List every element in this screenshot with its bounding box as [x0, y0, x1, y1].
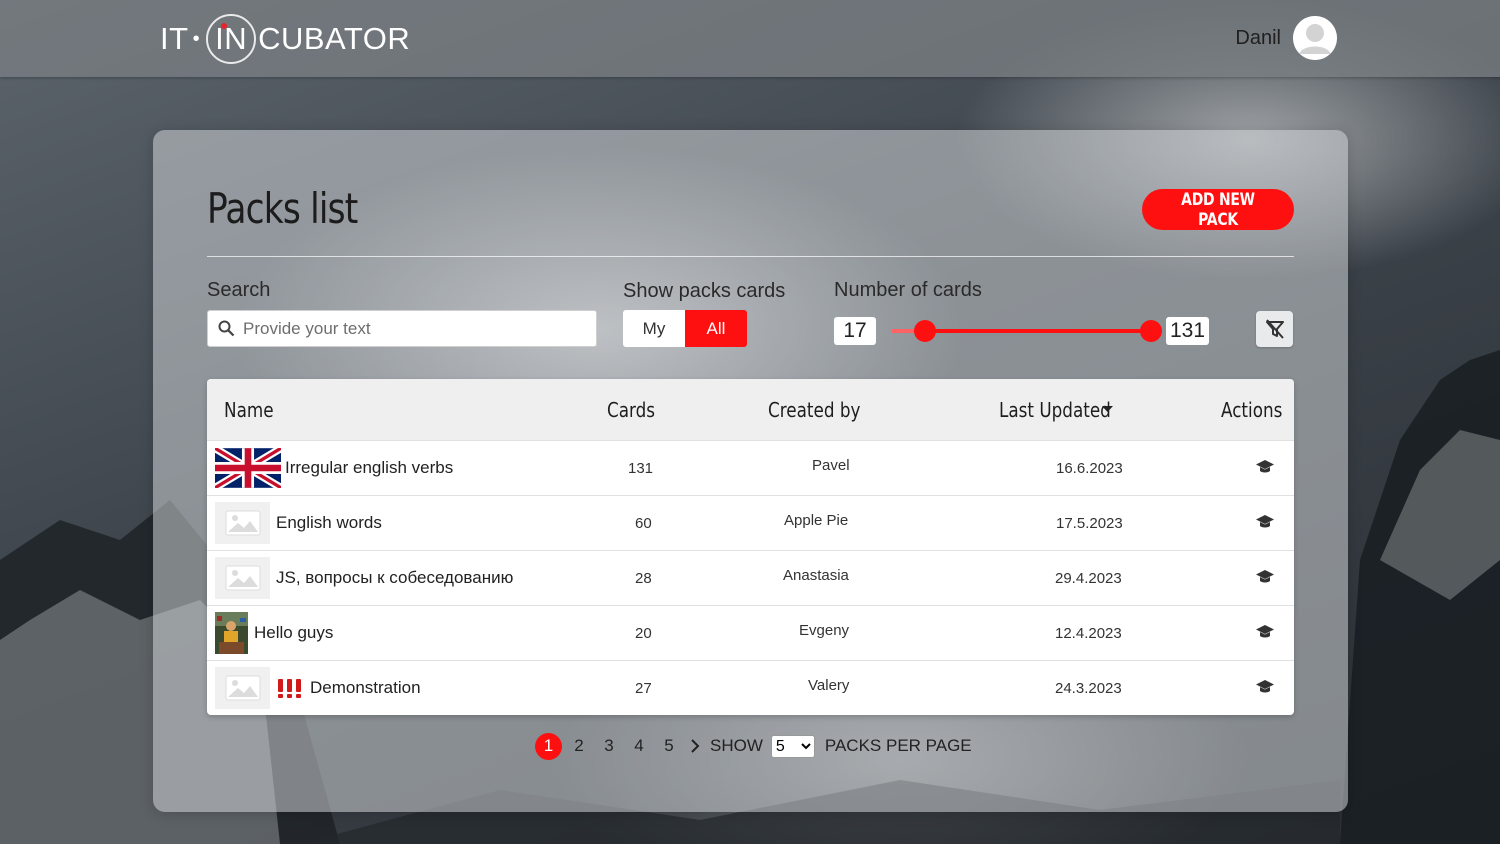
pack-created-by: Pavel	[812, 457, 850, 474]
search-box[interactable]	[207, 310, 597, 347]
max-range-thumb[interactable]	[1140, 320, 1162, 342]
page-button-1[interactable]: 1	[535, 732, 562, 760]
search-icon	[218, 320, 235, 337]
logo[interactable]: IT • IN CUBATOR	[160, 10, 410, 68]
pack-name[interactable]: Hello guys	[254, 623, 333, 643]
per-page-select[interactable]: 5	[770, 734, 815, 758]
number-of-cards-label: Number of cards	[834, 279, 982, 301]
pack-created-by: Apple Pie	[784, 512, 849, 529]
image-placeholder-icon	[215, 557, 270, 599]
pack-cards: 60	[635, 515, 652, 532]
table-row[interactable]: JS, вопросы к собеседованию 28 Anastasia…	[207, 551, 1294, 606]
add-new-pack-label: ADD NEW PACK	[1181, 189, 1255, 230]
pack-created-by: Valery	[808, 677, 850, 694]
learn-cap-icon[interactable]	[1255, 624, 1275, 640]
clear-filters-button[interactable]	[1256, 311, 1293, 347]
pack-cards: 20	[635, 625, 652, 642]
search-label: Search	[207, 279, 271, 301]
column-name[interactable]: Name	[224, 398, 274, 422]
logo-ring: IN	[206, 14, 257, 64]
pack-name[interactable]: English words	[276, 513, 382, 533]
pack-updated: 16.6.2023	[1056, 460, 1123, 477]
column-created-by[interactable]: Created by	[768, 398, 860, 422]
show-label: SHOW	[710, 736, 763, 755]
min-cards-value[interactable]: 17	[834, 317, 876, 345]
table-header: Name Cards Created by Last Updated Actio…	[207, 379, 1294, 441]
column-last-updated[interactable]: Last Updated	[999, 398, 1111, 422]
packs-panel: Packs list ADD NEW PACK Search Show pack…	[153, 130, 1348, 812]
learn-cap-icon[interactable]	[1255, 569, 1275, 585]
page-title: Packs list	[207, 184, 358, 233]
column-cards[interactable]: Cards	[607, 398, 655, 422]
user-name: Danil	[1235, 26, 1281, 49]
pack-cards: 28	[635, 570, 652, 587]
uk-flag-cover	[215, 448, 281, 488]
logo-dot: •	[192, 27, 201, 50]
pack-updated: 17.5.2023	[1056, 515, 1123, 532]
exclamation-icon	[278, 679, 301, 698]
table-row[interactable]: Demonstration 27 Valery 24.3.2023	[207, 661, 1294, 715]
logo-text-ring: IN	[215, 21, 248, 56]
pack-name[interactable]: Irregular english verbs	[285, 458, 453, 478]
divider	[207, 256, 1294, 257]
column-actions: Actions	[1221, 397, 1283, 422]
page-button-4[interactable]: 4	[624, 736, 654, 756]
learn-cap-icon[interactable]	[1255, 459, 1275, 475]
user-menu[interactable]: Danil	[1235, 16, 1337, 60]
image-placeholder-icon	[215, 667, 270, 709]
max-cards-value[interactable]: 131	[1166, 317, 1209, 345]
toggle-my-button[interactable]: My	[623, 310, 685, 347]
packs-table: Name Cards Created by Last Updated Actio…	[207, 379, 1294, 715]
avatar[interactable]	[1293, 16, 1337, 60]
table-row[interactable]: English words 60 Apple Pie 17.5.2023	[207, 496, 1294, 551]
logo-text-right: CUBATOR	[258, 21, 411, 56]
toggle-all-button[interactable]: All	[685, 310, 747, 347]
pack-created-by: Anastasia	[783, 567, 849, 584]
user-avatar-icon	[1293, 16, 1337, 60]
logo-text-left: IT	[160, 21, 189, 56]
pack-name[interactable]: JS, вопросы к собеседованию	[276, 568, 513, 588]
learn-cap-icon[interactable]	[1255, 514, 1275, 530]
per-page-label: PACKS PER PAGE	[824, 736, 972, 755]
learn-cap-icon[interactable]	[1255, 679, 1275, 695]
top-header: IT • IN CUBATOR Danil	[0, 0, 1500, 77]
pack-cards: 131	[628, 460, 654, 477]
page-button-3[interactable]: 3	[594, 736, 624, 756]
sort-desc-icon[interactable]	[1102, 406, 1113, 413]
image-placeholder-icon	[215, 502, 270, 544]
pagination: 1 2 3 4 5 SHOW 5 PACKS PER PAGE	[535, 732, 972, 760]
pack-updated: 12.4.2023	[1055, 625, 1122, 642]
pack-updated: 24.3.2023	[1055, 680, 1122, 697]
photo-cover	[215, 612, 248, 654]
page-button-2[interactable]: 2	[564, 736, 594, 756]
page-button-5[interactable]: 5	[654, 736, 684, 756]
show-packs-label: Show packs cards	[623, 280, 786, 302]
table-row[interactable]: Irregular english verbs 131 Pavel 16.6.2…	[207, 441, 1294, 496]
add-new-pack-button[interactable]: ADD NEW PACK	[1142, 189, 1294, 230]
table-row[interactable]: Hello guys 20 Evgeny 12.4.2023	[207, 606, 1294, 661]
chevron-right-icon[interactable]	[690, 739, 700, 753]
filter-off-icon	[1265, 319, 1284, 339]
pack-cards: 27	[635, 680, 652, 697]
min-range-thumb[interactable]	[914, 320, 936, 342]
my-all-toggle[interactable]: My All	[623, 310, 747, 347]
pack-name[interactable]: Demonstration	[310, 678, 421, 698]
pack-updated: 29.4.2023	[1055, 570, 1122, 587]
search-input[interactable]	[241, 317, 585, 340]
pack-created-by: Evgeny	[799, 622, 850, 639]
